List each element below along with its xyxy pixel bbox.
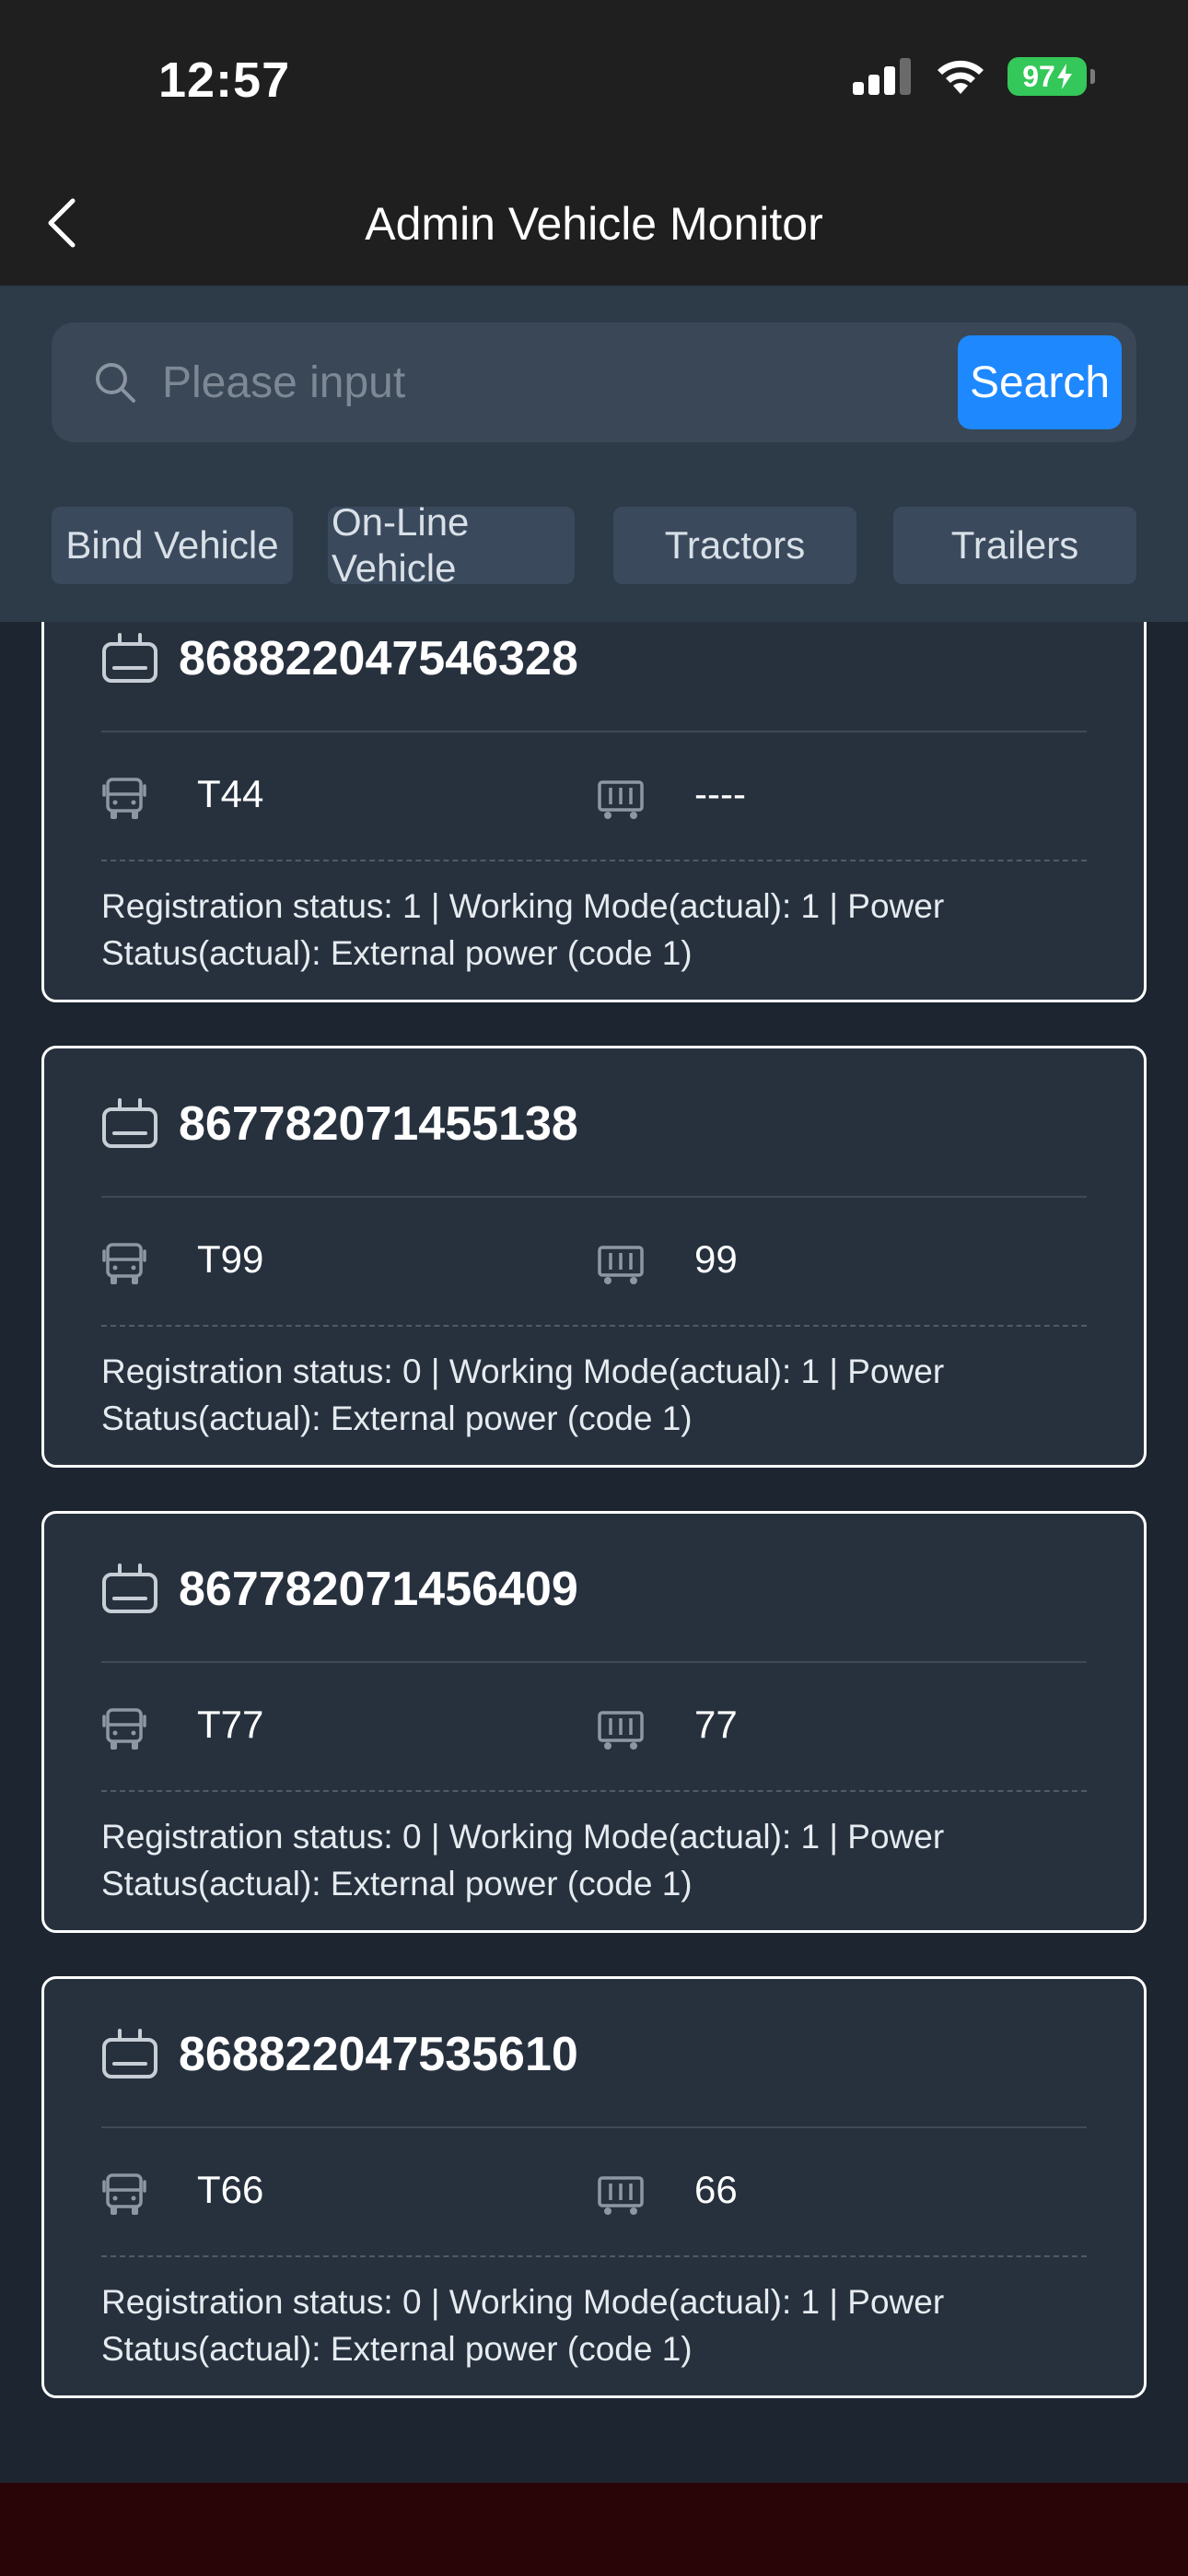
device-id: 868822047546328 bbox=[179, 632, 578, 685]
tractor-value: T99 bbox=[197, 1237, 264, 1281]
trailer-info: 99 bbox=[597, 1237, 738, 1284]
trailer-value: 99 bbox=[694, 1237, 738, 1281]
status-icons: 97 bbox=[853, 57, 1095, 96]
tractor-value: T66 bbox=[197, 2168, 264, 2211]
tractor-info: T77 bbox=[101, 1703, 264, 1750]
trailer-value: 77 bbox=[694, 1703, 738, 1746]
trailer-icon bbox=[598, 1246, 644, 1284]
device-status: Registration status: 1 | Working Mode(ac… bbox=[101, 887, 945, 972]
card-header: 868822047535610 bbox=[101, 2027, 578, 2082]
signal-icon bbox=[853, 58, 911, 95]
device-card[interactable]: 867782071455138 T99 99 Registration stat… bbox=[41, 1046, 1147, 1468]
tracker-device-icon bbox=[102, 1098, 157, 1148]
search-input[interactable] bbox=[162, 350, 973, 415]
tracker-device-icon bbox=[102, 633, 157, 683]
tractor-value: T77 bbox=[197, 1703, 264, 1746]
device-card[interactable]: 868822047535610 T66 66 Registration stat… bbox=[41, 1976, 1147, 2398]
dashed-divider bbox=[101, 860, 1087, 861]
device-status: Registration status: 0 | Working Mode(ac… bbox=[101, 2283, 945, 2368]
device-status: Registration status: 0 | Working Mode(ac… bbox=[101, 1818, 945, 1903]
filter-tabs: Bind Vehicle On-Line Vehicle Tractors Tr… bbox=[52, 500, 1136, 590]
trailer-icon bbox=[598, 2176, 644, 2215]
device-card[interactable]: 868822047546328 T44 ---- Registration st… bbox=[41, 622, 1147, 1002]
tab-online-vehicle[interactable]: On-Line Vehicle bbox=[328, 500, 575, 590]
tab-tractors[interactable]: Tractors bbox=[613, 507, 856, 584]
filter-panel: Search Bind Vehicle On-Line Vehicle Trac… bbox=[0, 286, 1188, 622]
search-box: Search bbox=[52, 322, 1136, 442]
battery-icon: 97 bbox=[1007, 57, 1095, 96]
battery-level: 97 bbox=[1022, 59, 1055, 93]
device-status: Registration status: 0 | Working Mode(ac… bbox=[101, 1352, 945, 1437]
dashed-divider bbox=[101, 1325, 1087, 1327]
page-title: Admin Vehicle Monitor bbox=[365, 198, 823, 250]
vehicle-row: T66 66 bbox=[101, 2168, 1087, 2223]
dashed-divider bbox=[101, 2255, 1087, 2257]
trailer-info: 66 bbox=[597, 2168, 738, 2215]
vehicle-row: T44 ---- bbox=[101, 772, 1087, 827]
vehicle-row: T77 77 bbox=[101, 1703, 1087, 1758]
device-id: 867782071456409 bbox=[179, 1563, 578, 1616]
card-header: 867782071455138 bbox=[101, 1096, 578, 1152]
vehicle-row: T99 99 bbox=[101, 1237, 1087, 1293]
tractor-icon bbox=[102, 1708, 146, 1750]
trailer-info: 77 bbox=[597, 1703, 738, 1750]
device-id: 867782071455138 bbox=[179, 1097, 578, 1151]
tractor-info: T66 bbox=[101, 2168, 264, 2215]
dashed-divider bbox=[101, 1790, 1087, 1792]
trailer-info: ---- bbox=[597, 772, 746, 819]
status-bar: 12:57 97 bbox=[0, 0, 1188, 157]
tab-bind-vehicle[interactable]: Bind Vehicle bbox=[52, 507, 293, 584]
trailer-icon bbox=[598, 1711, 644, 1750]
trailer-value: 66 bbox=[694, 2168, 738, 2211]
divider bbox=[101, 1196, 1087, 1198]
search-button[interactable]: Search bbox=[958, 335, 1122, 429]
card-header: 868822047546328 bbox=[101, 631, 578, 686]
tracker-device-icon bbox=[102, 1563, 157, 1613]
wifi-icon bbox=[938, 60, 984, 94]
status-time: 12:57 bbox=[158, 53, 291, 108]
trailer-icon bbox=[598, 780, 644, 819]
device-card[interactable]: 867782071456409 T77 77 Registration stat… bbox=[41, 1511, 1147, 1933]
tractor-value: T44 bbox=[197, 772, 264, 815]
device-list: 868822047546328 T44 ---- Registration st… bbox=[0, 622, 1188, 2483]
divider bbox=[101, 731, 1087, 732]
tractor-icon bbox=[102, 778, 146, 819]
device-id: 868822047535610 bbox=[179, 2028, 578, 2081]
trailer-value: ---- bbox=[694, 772, 746, 815]
charging-bolt-icon bbox=[1056, 64, 1072, 89]
tractor-info: T44 bbox=[101, 772, 264, 819]
nav-bar: Admin Vehicle Monitor bbox=[0, 157, 1188, 286]
tracker-device-icon bbox=[102, 2029, 157, 2078]
tractor-info: T99 bbox=[101, 1237, 264, 1284]
search-icon bbox=[96, 363, 135, 403]
tractor-icon bbox=[102, 2173, 146, 2215]
card-header: 867782071456409 bbox=[101, 1562, 578, 1617]
divider bbox=[101, 1661, 1087, 1663]
tractor-icon bbox=[102, 1243, 146, 1284]
bottom-bar bbox=[0, 2483, 1188, 2576]
tab-trailers[interactable]: Trailers bbox=[893, 507, 1136, 584]
divider bbox=[101, 2126, 1087, 2128]
